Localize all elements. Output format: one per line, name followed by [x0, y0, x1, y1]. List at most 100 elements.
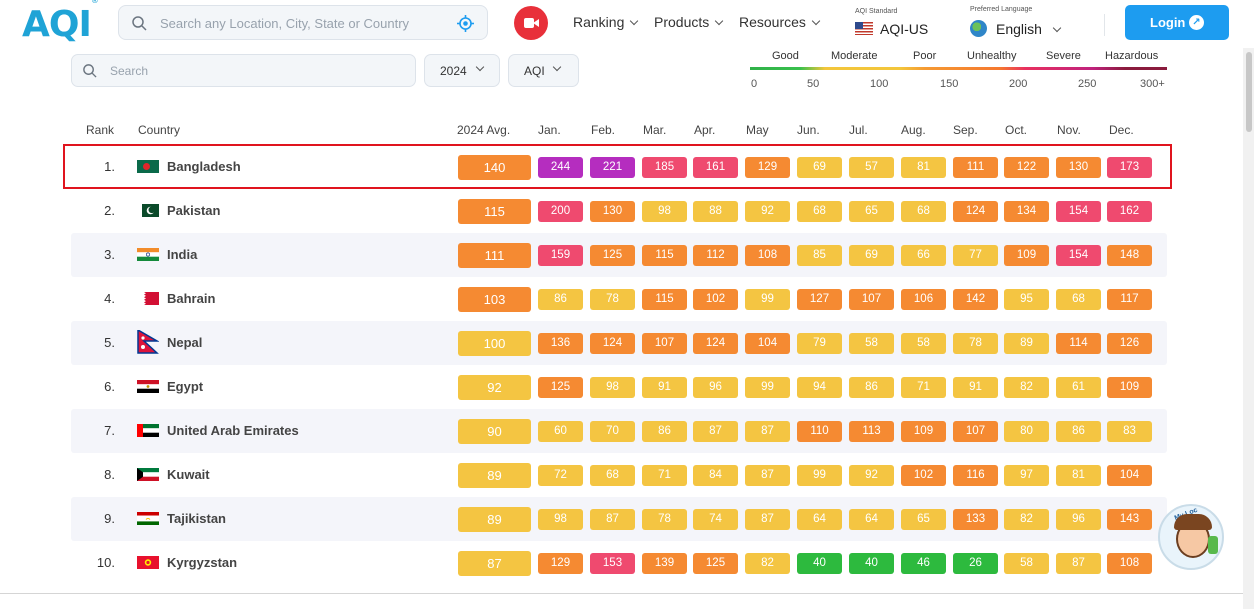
table-row[interactable]: 7. United Arab Emirates 90 60 70 86 87 87 110 113… — [71, 409, 1167, 453]
video-record-button[interactable] — [514, 6, 548, 40]
country-search-box[interactable]: Search — [71, 54, 416, 87]
monthly-aqi-badge: 78 — [590, 289, 635, 310]
monthly-aqi-badge: 86 — [1056, 421, 1101, 442]
rank-cell: 6. — [104, 379, 115, 394]
monthly-aqi-badge: 71 — [901, 377, 946, 398]
legend-tick: 50 — [807, 78, 820, 90]
monthly-aqi-badge: 87 — [693, 421, 738, 442]
monthly-aqi-badge: 87 — [745, 509, 790, 530]
monthly-aqi-badge: 136 — [538, 333, 583, 354]
monthly-aqi-badge: 133 — [953, 509, 998, 530]
table-row[interactable]: 6. Egypt 92 125 98 91 96 99 94 86 71 91 82 61 109 — [71, 365, 1167, 409]
monthly-aqi-badge: 58 — [849, 333, 894, 354]
monthly-aqi-badge: 46 — [901, 553, 946, 574]
aqi-logo[interactable]: AQI® — [22, 0, 99, 45]
avg-aqi-badge: 89 — [458, 507, 531, 532]
table-row[interactable]: 8. Kuwait 89 72 68 71 84 87 99 92 102 116 97 81 104 — [71, 453, 1167, 497]
monthly-aqi-badge: 116 — [953, 465, 998, 486]
monthly-aqi-badge: 78 — [642, 509, 687, 530]
country-name-link[interactable]: Tajikistan — [167, 511, 226, 526]
login-button[interactable]: Login ↗ — [1125, 5, 1229, 40]
monthly-aqi-badge: 107 — [849, 289, 894, 310]
monthly-aqi-badge: 148 — [1107, 245, 1152, 266]
monthly-aqi-badge: 124 — [953, 201, 998, 222]
column-header: Jun. — [797, 123, 820, 137]
monthly-aqi-badge: 112 — [693, 245, 738, 266]
monthly-aqi-badge: 58 — [901, 333, 946, 354]
table-row[interactable]: 10. Kyrgyzstan 87 129 153 139 125 82 40 40 46 26 58 8… — [71, 541, 1167, 585]
monthly-aqi-badge: 127 — [797, 289, 842, 310]
year-value: 2024 — [440, 64, 467, 78]
country-name-link[interactable]: India — [167, 247, 197, 262]
table-row[interactable]: 9. Tajikistan 89 98 87 78 74 87 64 64 65 133 82 96 143 — [71, 497, 1167, 541]
column-header: Feb. — [591, 123, 616, 137]
aqi-standard-selector[interactable]: AQI-US — [880, 21, 928, 37]
registered-mark: ® — [90, 0, 99, 5]
kuwait-flag-icon — [137, 468, 159, 481]
location-search-box[interactable]: Search any Location, City, State or Coun… — [118, 5, 488, 40]
legend-poor: Poor — [913, 50, 937, 62]
monthly-aqi-badge: 98 — [590, 377, 635, 398]
metric-value: AQI — [524, 64, 545, 78]
country-search-input[interactable]: Search — [110, 64, 148, 78]
rank-cell: 3. — [104, 247, 115, 262]
monthly-aqi-badge: 153 — [590, 553, 635, 574]
scrollbar-track[interactable] — [1243, 48, 1254, 609]
country-name-link[interactable]: Bahrain — [167, 291, 215, 306]
country-name-link[interactable]: Nepal — [167, 335, 202, 350]
monthly-aqi-badge: 87 — [590, 509, 635, 530]
column-header: Sep. — [953, 123, 978, 137]
monthly-aqi-badge: 81 — [1056, 465, 1101, 486]
table-row[interactable]: 4. Bahrain 103 86 78 115 102 99 127 107 106 142 95 68… — [71, 277, 1167, 321]
avg-aqi-badge: 92 — [458, 375, 531, 400]
country-name-link[interactable]: Kyrgyzstan — [167, 555, 237, 570]
monthly-aqi-badge: 84 — [693, 465, 738, 486]
locate-me-icon[interactable] — [457, 15, 474, 32]
scrollbar-thumb[interactable] — [1246, 52, 1252, 132]
country-name-link[interactable]: Pakistan — [167, 203, 220, 218]
monthly-aqi-badge: 126 — [1107, 333, 1152, 354]
country-name-link[interactable]: Egypt — [167, 379, 203, 394]
monthly-aqi-badge: 154 — [1056, 201, 1101, 222]
uae-flag-icon — [137, 424, 159, 437]
monthly-aqi-badge: 109 — [901, 421, 946, 442]
legend-unhealthy: Unhealthy — [967, 50, 1017, 62]
monthly-aqi-badge: 70 — [590, 421, 635, 442]
monthly-aqi-badge: 159 — [538, 245, 583, 266]
avg-aqi-badge: 100 — [458, 331, 531, 356]
monthly-aqi-badge: 86 — [849, 377, 894, 398]
monthly-aqi-badge: 88 — [693, 201, 738, 222]
avg-aqi-badge: 111 — [458, 243, 531, 268]
monthly-aqi-badge: 26 — [953, 553, 998, 574]
nav-ranking-label: Ranking — [573, 14, 625, 30]
login-label: Login — [1150, 15, 1186, 30]
language-selector[interactable]: English — [996, 21, 1062, 37]
table-row[interactable]: 5. Nepal 100 136 124 107 124 104 79 58 58 78 89 114 12… — [71, 321, 1167, 365]
legend-tick: 200 — [1009, 78, 1028, 90]
monthly-aqi-badge: 60 — [538, 421, 583, 442]
monthly-aqi-badge: 154 — [1056, 245, 1101, 266]
bottom-divider — [0, 593, 1243, 594]
country-name-link[interactable]: United Arab Emirates — [167, 423, 299, 438]
monthly-aqi-badge: 162 — [1107, 201, 1152, 222]
table-row[interactable]: 2. Pakistan 115 200 130 98 88 92 68 65 68 124 134 154… — [71, 189, 1167, 233]
table-row[interactable]: 3. India 111 159 125 115 112 108 85 69 66 77 109 154 1… — [71, 233, 1167, 277]
country-name-link[interactable]: Kuwait — [167, 467, 210, 482]
monthly-aqi-badge: 80 — [1004, 421, 1049, 442]
location-search-input[interactable]: Search any Location, City, State or Coun… — [160, 16, 409, 31]
nav-products[interactable]: Products — [654, 14, 724, 30]
monthly-aqi-badge: 61 — [1056, 377, 1101, 398]
monthly-aqi-badge: 106 — [901, 289, 946, 310]
nav-resources[interactable]: Resources — [739, 14, 821, 30]
monthly-aqi-badge: 125 — [590, 245, 635, 266]
year-dropdown[interactable]: 2024 — [424, 54, 500, 87]
my-location-mascot-button[interactable]: My Loc — [1158, 504, 1224, 570]
monthly-aqi-badge: 109 — [1107, 377, 1152, 398]
monthly-aqi-badge: 95 — [1004, 289, 1049, 310]
egypt-flag-icon — [137, 380, 159, 393]
monthly-aqi-badge: 79 — [797, 333, 842, 354]
monthly-aqi-badge: 68 — [590, 465, 635, 486]
chevron-down-icon — [630, 16, 639, 26]
nav-ranking[interactable]: Ranking — [573, 14, 639, 30]
metric-dropdown[interactable]: AQI — [508, 54, 579, 87]
